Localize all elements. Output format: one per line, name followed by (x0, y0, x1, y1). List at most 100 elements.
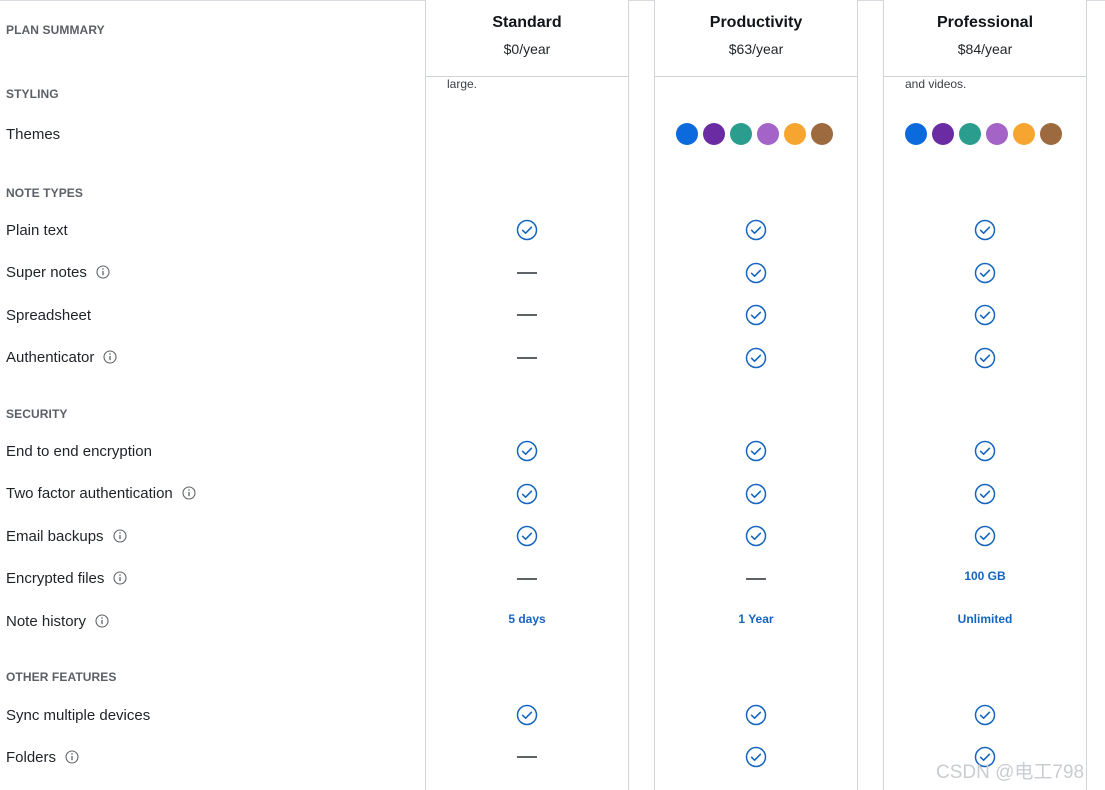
feature-super-notes: Super notes (6, 262, 110, 282)
check-circle-icon (726, 482, 786, 506)
info-icon[interactable] (103, 350, 117, 364)
section-security: SECURITY (6, 407, 68, 421)
check-circle-icon (726, 439, 786, 463)
feature-label: Note history (6, 612, 87, 630)
not-included-dash (497, 567, 557, 591)
section-note-types: NOTE TYPES (6, 186, 84, 200)
feature-label: Sync multiple devices (6, 706, 151, 724)
not-included-dash (497, 303, 557, 327)
plan-name: Standard (492, 14, 562, 31)
plan-description-snippet: and videos. (905, 77, 967, 91)
feature-label: Folders (6, 748, 57, 766)
not-included-dash (497, 346, 557, 370)
check-circle-icon (955, 524, 1015, 548)
check-circle-icon (726, 745, 786, 769)
feature-spreadsheet: Spreadsheet (6, 305, 91, 325)
not-included-dash (726, 567, 786, 591)
plan-header-professional: Professional $84/year (884, 0, 1086, 77)
feature-label: Encrypted files (6, 569, 105, 587)
feature-label: Super notes (6, 263, 87, 281)
check-circle-icon (726, 218, 786, 242)
not-included-dash (497, 745, 557, 769)
feature-authenticator: Authenticator (6, 347, 117, 367)
feature-label: Spreadsheet (6, 306, 92, 324)
theme-swatches (905, 123, 1062, 145)
check-circle-icon (726, 524, 786, 548)
check-circle-icon (497, 703, 557, 727)
theme-swatch (1013, 123, 1035, 145)
note-history-value: Unlimited (955, 607, 1015, 631)
feature-two-factor: Two factor authentication (6, 483, 196, 503)
check-circle-icon (955, 703, 1015, 727)
check-circle-icon (955, 261, 1015, 285)
check-circle-icon (497, 524, 557, 548)
check-circle-icon (726, 303, 786, 327)
check-circle-icon (955, 482, 1015, 506)
info-icon[interactable] (113, 571, 127, 585)
feature-note-history: Note history (6, 611, 109, 631)
theme-swatch (959, 123, 981, 145)
check-circle-icon (726, 703, 786, 727)
check-circle-icon (497, 218, 557, 242)
encrypted-files-value: 100 GB (955, 564, 1015, 588)
plan-name: Professional (936, 14, 1034, 31)
plan-column-professional: Professional $84/year and videos. 100 GB… (883, 0, 1087, 790)
check-circle-icon (497, 439, 557, 463)
check-circle-icon (955, 346, 1015, 370)
theme-swatches (676, 123, 833, 145)
check-circle-icon (497, 482, 557, 506)
theme-swatch (811, 123, 833, 145)
info-icon[interactable] (95, 614, 109, 628)
theme-swatch (905, 123, 927, 145)
check-circle-icon (955, 303, 1015, 327)
feature-sync-devices: Sync multiple devices (6, 705, 150, 725)
theme-swatch (932, 123, 954, 145)
feature-email-backups: Email backups (6, 526, 127, 546)
feature-e2e-encryption: End to end encryption (6, 441, 152, 461)
plan-column-standard: Standard $0/year large. 5 days (425, 0, 629, 790)
feature-folders: Folders (6, 747, 79, 767)
check-circle-icon (726, 261, 786, 285)
plan-name: Productivity (709, 14, 803, 31)
value-text: Unlimited (957, 612, 1013, 626)
check-circle-icon (955, 218, 1015, 242)
theme-swatch (676, 123, 698, 145)
section-other-features: OTHER FEATURES (6, 670, 117, 684)
info-icon[interactable] (182, 486, 196, 500)
theme-swatch (730, 123, 752, 145)
theme-swatch (757, 123, 779, 145)
theme-swatch (784, 123, 806, 145)
not-included-dash (497, 261, 557, 285)
plan-header-standard: Standard $0/year (426, 0, 628, 77)
feature-themes: Themes (6, 124, 60, 144)
plan-summary-label: PLAN SUMMARY (6, 23, 105, 37)
info-icon[interactable] (65, 750, 79, 764)
note-history-value: 1 Year (726, 607, 786, 631)
note-history-value: 5 days (497, 607, 557, 631)
feature-label: Authenticator (6, 348, 95, 366)
feature-label: Plain text (6, 221, 68, 239)
check-circle-icon (726, 346, 786, 370)
plan-header-productivity: Productivity $63/year (655, 0, 857, 77)
theme-swatch (703, 123, 725, 145)
plan-price: $84/year (957, 41, 1013, 57)
feature-label: End to end encryption (6, 442, 152, 460)
feature-label: Themes (6, 125, 61, 143)
feature-label: Email backups (6, 527, 104, 545)
value-text: 5 days (508, 612, 546, 626)
plan-price: $63/year (728, 41, 784, 57)
feature-plain-text: Plain text (6, 220, 68, 240)
feature-label: Two factor authentication (6, 484, 173, 502)
plan-description-snippet: large. (447, 77, 478, 91)
theme-swatch (1040, 123, 1062, 145)
theme-swatch (986, 123, 1008, 145)
csdn-watermark: CSDN @电工798 (936, 762, 1085, 783)
info-icon[interactable] (96, 265, 110, 279)
feature-encrypted-files: Encrypted files (6, 568, 127, 588)
value-text: 100 GB (964, 569, 1006, 583)
plan-price: $0/year (503, 41, 551, 57)
section-styling: STYLING (6, 87, 59, 101)
check-circle-icon (955, 439, 1015, 463)
value-text: 1 Year (738, 612, 774, 626)
info-icon[interactable] (112, 529, 127, 543)
